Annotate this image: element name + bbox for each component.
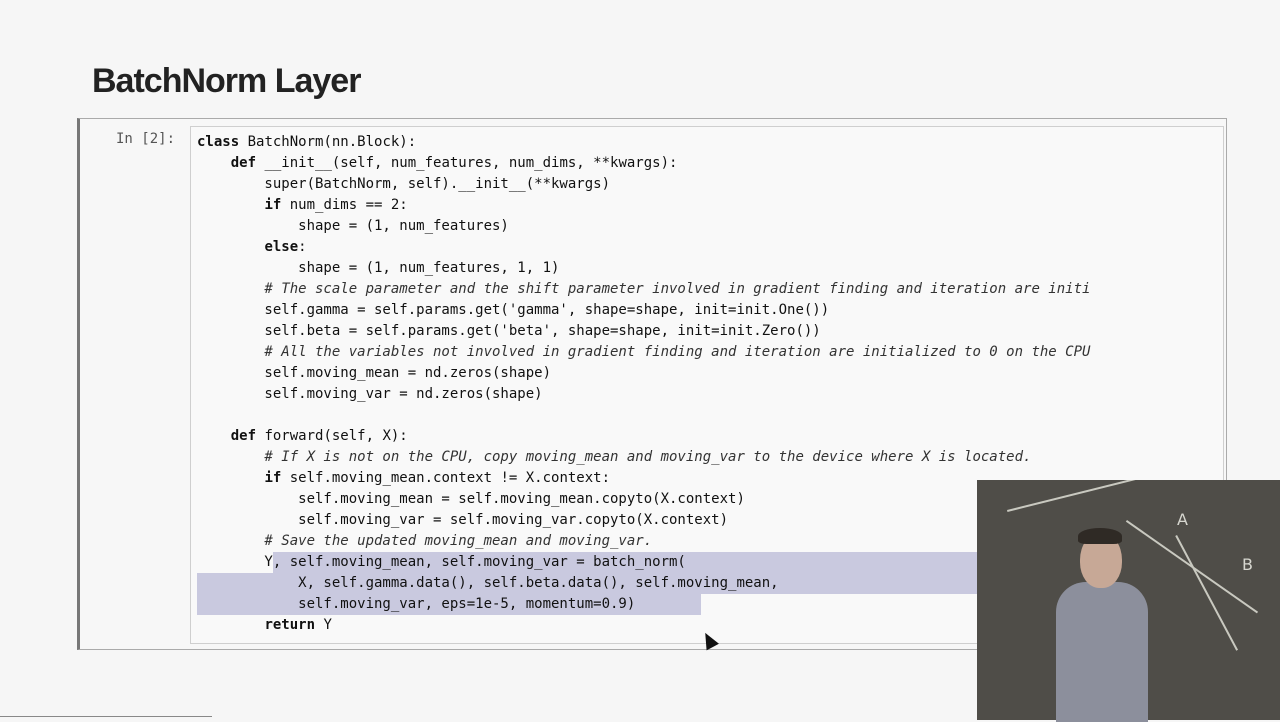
slide-title: BatchNorm Layer: [92, 62, 361, 100]
code-line: X, self.gamma.data(), self.beta.data(), …: [197, 575, 779, 591]
code-line: self.moving_var = nd.zeros(shape): [197, 386, 543, 402]
code-line: super(BatchNorm, self).__init__(**kwargs…: [197, 176, 611, 192]
code-line: return Y: [264, 617, 332, 633]
code-line: if self.moving_mean.context != X.context…: [264, 470, 611, 486]
board-letter-b: B: [1242, 555, 1253, 574]
code-line: # All the variables not involved in grad…: [197, 344, 1091, 360]
code-line: def forward(self, X):: [230, 428, 408, 444]
code-line: else:: [264, 239, 307, 255]
cell-prompt: In [2]:: [116, 131, 176, 147]
code-line: self.moving_var = self.moving_var.copyto…: [197, 512, 729, 528]
code-line: # Save the updated moving_mean and movin…: [197, 533, 653, 549]
code-line: self.moving_var, eps=1e-5, momentum=0.9): [197, 596, 636, 612]
code-line: shape = (1, num_features, 1, 1): [197, 260, 560, 276]
code-line: # If X is not on the CPU, copy moving_me…: [197, 449, 1032, 465]
code-line: def __init__(self, num_features, num_dim…: [230, 155, 678, 171]
code-line: # The scale parameter and the shift para…: [197, 281, 1091, 297]
code-line: if num_dims == 2:: [264, 197, 408, 213]
code-line: shape = (1, num_features): [197, 218, 509, 234]
code-line: class BatchNorm(nn.Block):: [197, 134, 417, 150]
code-line: self.beta = self.params.get('beta', shap…: [197, 323, 821, 339]
board-letter-a: A: [1177, 510, 1188, 529]
presenter-body: [1056, 582, 1148, 722]
code-line: Y, self.moving_mean, self.moving_var = b…: [197, 554, 686, 570]
bottom-divider: [0, 716, 212, 717]
presenter-hair: [1078, 528, 1122, 544]
code-line: self.moving_mean = nd.zeros(shape): [197, 365, 552, 381]
code-line: self.moving_mean = self.moving_mean.copy…: [197, 491, 745, 507]
code-line: self.gamma = self.params.get('gamma', sh…: [197, 302, 830, 318]
